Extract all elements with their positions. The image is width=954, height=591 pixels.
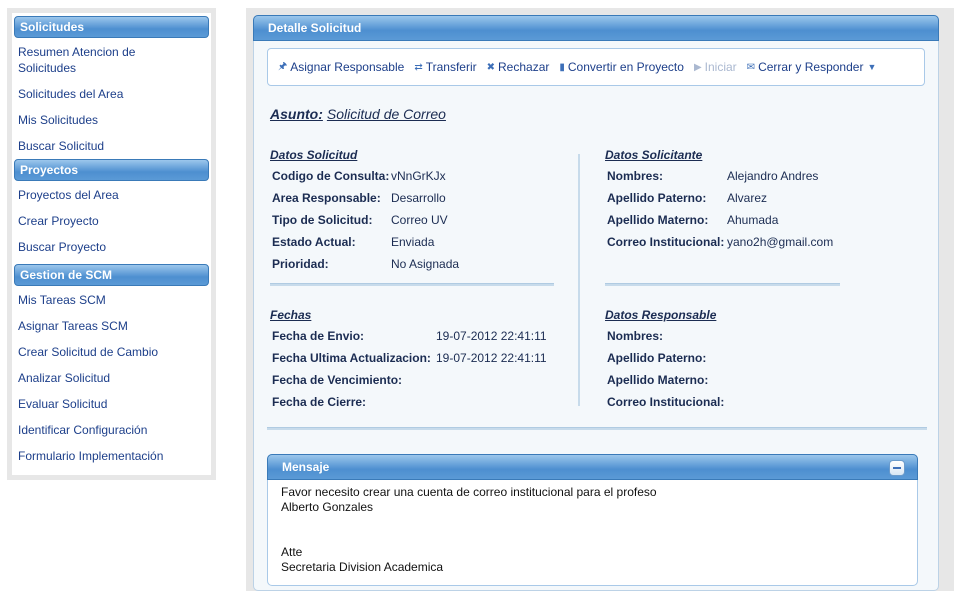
pin-icon: 🖈 — [278, 60, 288, 72]
asunto: Asunto: Solicitud de Correo — [270, 106, 446, 122]
transfer-arrows-icon: ⇄ — [414, 61, 423, 73]
sidebar-item-mis-solicitudes[interactable]: Mis Solicitudes — [14, 110, 209, 130]
sidebar-item-proyectos-area[interactable]: Proyectos del Area — [14, 185, 209, 205]
sidebar-section-proyectos[interactable]: Proyectos — [14, 159, 209, 181]
iniciar-button[interactable]: ▶ Iniciar — [694, 60, 737, 74]
sidebar-item-asignar-tareas-scm[interactable]: Asignar Tareas SCM — [14, 316, 209, 336]
codigo-consulta-value: vNnGrKJx — [391, 169, 446, 183]
tipo-solicitud-value: Correo UV — [391, 213, 448, 227]
sidebar-section-gestion-scm[interactable]: Gestion de SCM — [14, 264, 209, 286]
transferir-label: Transferir — [425, 60, 477, 74]
fecha-ultima-actualizacion-label: Fecha Ultima Actualizacion: — [272, 351, 431, 365]
convertir-proyecto-button[interactable]: ▮ Convertir en Proyecto — [559, 60, 684, 74]
fecha-ultima-actualizacion-value: 19-07-2012 22:41:11 — [436, 351, 547, 365]
solicitante-nombres-label: Nombres: — [607, 169, 664, 183]
tipo-solicitud-label: Tipo de Solicitud: — [272, 213, 373, 227]
prioridad-label: Prioridad: — [272, 257, 329, 271]
divider — [267, 427, 927, 430]
datos-solicitud-title: Datos Solicitud — [270, 148, 358, 162]
sidebar-item-evaluar-solicitud[interactable]: Evaluar Solicitud — [14, 394, 209, 414]
mensaje-body: Favor necesito crear una cuenta de corre… — [281, 485, 657, 574]
fecha-cierre-label: Fecha de Cierre: — [272, 395, 367, 409]
rechazar-button[interactable]: ✖ Rechazar — [487, 60, 550, 74]
prioridad-value: No Asignada — [391, 257, 460, 271]
area-responsable-value: Desarrollo — [391, 191, 446, 205]
fechas-title: Fechas — [270, 308, 312, 322]
estado-actual-value: Enviada — [391, 235, 435, 249]
responsable-correo-label: Correo Institucional: — [607, 395, 725, 409]
convertir-proyecto-label: Convertir en Proyecto — [567, 60, 684, 74]
area-responsable-label: Area Responsable: — [272, 191, 381, 205]
transferir-button[interactable]: ⇄ Transferir — [414, 60, 476, 74]
solicitante-apellido-paterno-value: Alvarez — [727, 191, 768, 205]
fecha-envio-value: 19-07-2012 22:41:11 — [436, 329, 547, 343]
solicitante-correo-label: Correo Institucional: — [607, 235, 725, 249]
datos-solicitante-title: Datos Solicitante — [605, 148, 703, 162]
sidebar-item-analizar-solicitud[interactable]: Analizar Solicitud — [14, 368, 209, 388]
close-icon: ✖ — [486, 61, 496, 73]
sidebar-item-crear-proyecto[interactable]: Crear Proyecto — [14, 211, 209, 231]
asignar-responsable-label: Asignar Responsable — [290, 60, 405, 74]
sidebar-item-buscar-proyecto[interactable]: Buscar Proyecto — [14, 237, 209, 257]
vertical-divider — [578, 154, 580, 406]
sidebar-item-identificar-configuracion[interactable]: Identificar Configuración — [14, 420, 209, 440]
chevron-down-icon: ▼ — [867, 62, 877, 72]
asunto-label: Asunto: — [270, 106, 323, 122]
estado-actual-label: Estado Actual: — [272, 235, 356, 249]
document-icon: ▮ — [559, 61, 565, 73]
mensaje-panel: Mensaje Favor necesito crear una cuenta … — [267, 454, 918, 586]
collapse-icon[interactable] — [889, 460, 905, 476]
sidebar-item-formulario-implementacion[interactable]: Formulario Implementación — [14, 446, 209, 466]
panel-title: Detalle Solicitud — [253, 15, 939, 41]
mensaje-title: Mensaje — [282, 460, 330, 474]
solicitante-apellido-materno-label: Apellido Materno: — [607, 213, 709, 227]
mensaje-header: Mensaje — [267, 454, 918, 480]
cerrar-responder-label: Cerrar y Responder — [758, 60, 864, 74]
iniciar-label: Iniciar — [704, 60, 737, 74]
sidebar-section-solicitudes[interactable]: Solicitudes — [14, 16, 209, 38]
sidebar-item-mis-tareas-scm[interactable]: Mis Tareas SCM — [14, 290, 209, 310]
codigo-consulta-label: Codigo de Consulta: — [272, 169, 390, 183]
action-toolbar: 🖈 Asignar Responsable ⇄ Transferir ✖ Rec… — [267, 48, 925, 86]
sidebar: Solicitudes Resumen Atencion de Solicitu… — [7, 8, 216, 480]
main-area: Detalle Solicitud 🖈 Asignar Responsable … — [246, 8, 954, 591]
sidebar-item-buscar-solicitud[interactable]: Buscar Solicitud — [14, 136, 209, 156]
solicitante-apellido-materno-value: Ahumada — [727, 213, 779, 227]
responsable-nombres-label: Nombres: — [607, 329, 664, 343]
divider — [605, 283, 840, 286]
sidebar-item-crear-solicitud-cambio[interactable]: Crear Solicitud de Cambio — [14, 342, 209, 362]
responsable-apellido-paterno-label: Apellido Paterno: — [607, 351, 707, 365]
asunto-value: Solicitud de Correo — [326, 106, 446, 122]
responsable-apellido-materno-label: Apellido Materno: — [607, 373, 709, 387]
datos-responsable-title: Datos Responsable — [605, 308, 717, 322]
cerrar-responder-button[interactable]: ✉ Cerrar y Responder ▼ — [747, 60, 877, 74]
sidebar-item-resumen-atencion[interactable]: Resumen Atencion de Solicitudes — [14, 42, 154, 78]
divider — [270, 283, 554, 286]
sidebar-item-solicitudes-area[interactable]: Solicitudes del Area — [14, 84, 209, 104]
fecha-vencimiento-label: Fecha de Vencimiento: — [272, 373, 403, 387]
solicitante-correo-value: yano2h@gmail.com — [727, 235, 834, 249]
asignar-responsable-button[interactable]: 🖈 Asignar Responsable — [278, 59, 404, 76]
solicitante-nombres-value: Alejandro Andres — [727, 169, 819, 183]
detalle-solicitud-panel: Detalle Solicitud 🖈 Asignar Responsable … — [253, 15, 939, 591]
sidebar-menu: Solicitudes Resumen Atencion de Solicitu… — [12, 13, 211, 475]
envelope-icon: ✉ — [746, 61, 756, 73]
rechazar-label: Rechazar — [498, 60, 550, 74]
play-icon: ▶ — [693, 61, 702, 73]
fecha-envio-label: Fecha de Envio: — [272, 329, 365, 343]
solicitante-apellido-paterno-label: Apellido Paterno: — [607, 191, 707, 205]
